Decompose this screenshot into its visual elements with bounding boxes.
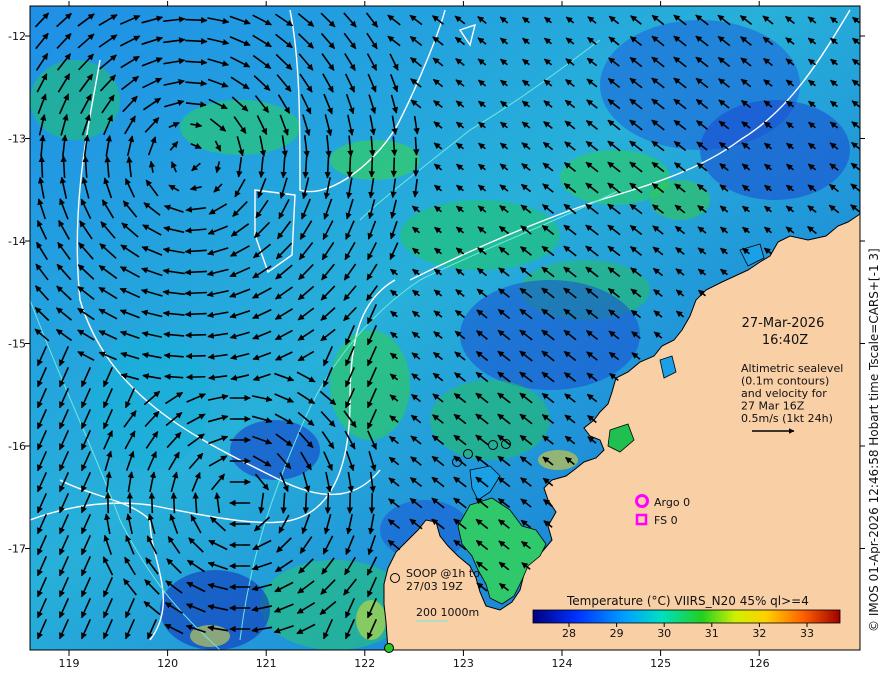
sst-patch xyxy=(400,200,560,270)
lat-tick-label: -16 xyxy=(8,440,26,453)
velocity-arrow xyxy=(184,310,207,318)
altimetry-note-line: (0.1m contours) xyxy=(741,375,829,388)
sst-patch xyxy=(700,100,850,200)
velocity-arrow xyxy=(324,156,331,179)
velocity-arrow xyxy=(170,492,177,514)
lon-tick-label: 124 xyxy=(552,657,573,670)
velocity-arrow xyxy=(346,492,354,514)
time-label: 16:40Z xyxy=(762,333,808,348)
colorbar-tick-label: 29 xyxy=(610,627,624,640)
argo-label: Argo 0 xyxy=(654,496,690,509)
velocity-arrow xyxy=(412,157,420,177)
lon-tick-label: 121 xyxy=(256,657,277,670)
velocity-arrow xyxy=(185,331,207,339)
lon-tick-label: 125 xyxy=(650,657,671,670)
velocity-arrow xyxy=(185,352,206,360)
colorbar xyxy=(532,609,841,624)
altimetry-note-line: 0.5m/s (1kt 24h) xyxy=(741,412,833,425)
velocity-arrow xyxy=(148,492,156,514)
colorbar-tick-label: 30 xyxy=(657,627,671,640)
lat-tick-label: -15 xyxy=(8,338,26,351)
side-credit: © IMOS 01-Apr-2026 12:46:58 Hobart time … xyxy=(867,248,880,632)
velocity-arrow xyxy=(126,492,134,514)
lon-tick-label: 126 xyxy=(749,657,770,670)
velocity-arrow xyxy=(413,136,420,156)
soop-label-line2: 27/03 19Z xyxy=(406,580,463,593)
colorbar-tick-label: 32 xyxy=(752,627,766,640)
velocity-arrow xyxy=(186,373,206,381)
fs-label: FS 0 xyxy=(654,514,678,527)
depth-label: 200 1000m xyxy=(416,606,479,619)
colorbar-tick-label: 33 xyxy=(800,627,814,640)
date-label: 27-Mar-2026 xyxy=(742,316,825,331)
lon-tick-label: 119 xyxy=(59,657,80,670)
velocity-arrow xyxy=(324,492,332,514)
sst-patch xyxy=(650,180,710,220)
velocity-arrow xyxy=(184,290,207,297)
velocity-arrow xyxy=(368,156,376,178)
velocity-arrow xyxy=(346,156,353,179)
colorbar-tick-label: 28 xyxy=(562,627,576,640)
altimetry-note-line: 27 Mar 16Z xyxy=(741,400,805,413)
soop-label-line1: SOOP @1h to xyxy=(406,567,480,580)
lon-tick-label: 120 xyxy=(157,657,178,670)
sst-map: 119 120 121 122 123 124 125 126 -12 -13 -14 -15 -16… xyxy=(8,1,880,670)
altimetry-note-line: and velocity for xyxy=(741,387,827,400)
velocity-arrow xyxy=(185,38,208,45)
colorbar-title: Temperature (°C) VIIRS_N20 45% ql>=4 xyxy=(566,594,809,608)
velocity-arrow xyxy=(390,157,398,178)
sst-patch xyxy=(330,140,420,180)
lat-tick-label: -13 xyxy=(8,133,26,146)
lon-tick-label: 122 xyxy=(354,657,375,670)
altimetry-note-line: Altimetric sealevel xyxy=(741,362,843,375)
sst-patch xyxy=(356,600,386,640)
velocity-arrow xyxy=(38,155,45,178)
velocity-arrow xyxy=(185,17,208,24)
sst-patch xyxy=(230,420,320,480)
velocity-arrow xyxy=(302,492,309,514)
sst-patch xyxy=(538,450,578,470)
lat-tick-label: -14 xyxy=(8,235,26,248)
lat-tick-label: -17 xyxy=(8,543,26,556)
lat-tick-label: -12 xyxy=(8,30,26,43)
lon-tick-label: 123 xyxy=(453,657,474,670)
colorbar-tick-label: 31 xyxy=(705,627,719,640)
